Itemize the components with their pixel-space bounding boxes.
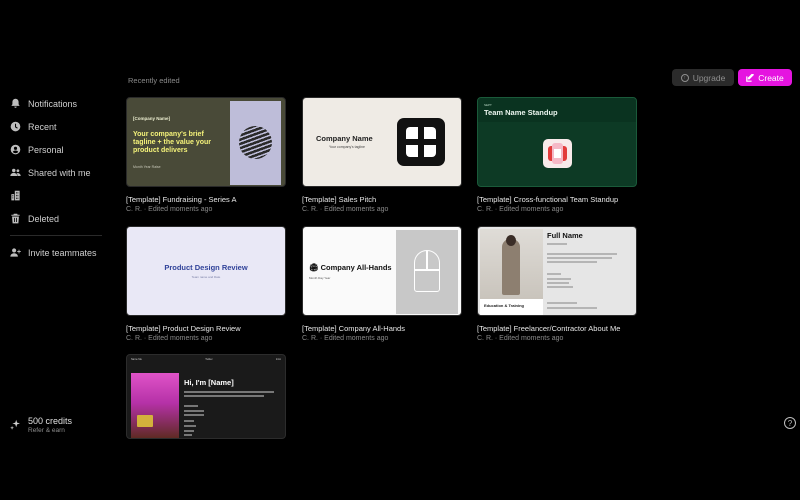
create-button[interactable]: Create (738, 69, 792, 86)
preview-sub: Your company's tagline (329, 145, 365, 149)
sidebar-item-recent[interactable]: Recent (0, 115, 110, 138)
user-icon (10, 144, 21, 155)
sidebar-item-label: Recent (28, 121, 57, 132)
building-icon (10, 190, 21, 201)
invite-label: Invite teammates (28, 247, 97, 258)
presentation-card[interactable]: Product Design Review Team name and Date… (126, 226, 286, 342)
sidebar-item-notifications[interactable]: Notifications (0, 92, 110, 115)
preview-tiny: SEPT (484, 103, 492, 107)
card-meta: C. R. · Edited moments ago (302, 335, 389, 342)
preview-name: Product Design Review (164, 263, 248, 272)
preview-name: Company Name (316, 134, 373, 143)
card-thumbnail[interactable]: Product Design Review Team name and Date (126, 226, 286, 316)
bell-icon (10, 98, 21, 109)
card-meta: C. R. · Edited moments ago (477, 206, 564, 213)
invite-teammates-button[interactable]: Invite teammates (0, 241, 110, 264)
sidebar: Notifications Recent Personal Shared wit… (0, 92, 110, 264)
preview-name: Team Name Standup (484, 108, 558, 117)
card-meta: C. R. · Edited moments ago (126, 335, 213, 342)
sidebar-item-label: Deleted (28, 213, 60, 224)
card-meta: C. R. · Edited moments ago (126, 206, 213, 213)
arrow-up-icon: ↑ (680, 73, 689, 82)
portrait-photo (480, 229, 543, 299)
arch-graphic (414, 250, 440, 292)
preview-name: 🏟 Company All-Hands (309, 263, 392, 272)
create-label: Create (758, 72, 784, 83)
users-icon (10, 167, 21, 178)
sidebar-item-label: Shared with me (28, 167, 91, 178)
card-title[interactable]: [Template] Fundraising - Series A (126, 195, 286, 204)
sidebar-item-workspace[interactable] (0, 184, 110, 207)
logo-graphic (397, 118, 445, 166)
card-title[interactable]: [Template] Cross-functional Team Standup (477, 195, 637, 204)
preview-edu: Education & Training (480, 299, 543, 315)
help-icon[interactable]: ? (784, 417, 796, 429)
presentation-card[interactable]: [Company Name] Your company's brief tagl… (126, 97, 286, 213)
preview-name: Hi, I'm [Name] (184, 378, 234, 387)
card-meta: C. R. · Edited moments ago (302, 206, 389, 213)
card-thumbnail[interactable]: SEPT Team Name Standup (477, 97, 637, 187)
card-thumbnail[interactable]: Education & Training Full Name (477, 226, 637, 316)
preview-nav: Name Me Twitter Intro (131, 358, 281, 361)
preview-panel (396, 230, 458, 314)
user-plus-icon (10, 247, 21, 258)
card-thumbnail[interactable]: 🏟 Company All-Hands Month Day Year (302, 226, 462, 316)
preview-label: [Company Name] (133, 116, 171, 121)
preview-panel (230, 101, 281, 185)
preview-headline: Your company's brief tagline + the value… (133, 131, 211, 154)
card-title[interactable]: [Template] Freelancer/Contractor About M… (477, 324, 637, 333)
trash-icon (10, 213, 21, 224)
sidebar-item-label: Personal (28, 144, 64, 155)
upgrade-button[interactable]: ↑ Upgrade (672, 69, 734, 86)
credits-amount: 500 credits (28, 416, 73, 426)
card-thumbnail[interactable]: [Company Name] Your company's brief tagl… (126, 97, 286, 187)
preview-name: Full Name (547, 231, 583, 240)
section-title: Recently edited (128, 76, 180, 85)
presentation-card[interactable]: 🏟 Company All-Hands Month Day Year [Temp… (302, 226, 462, 342)
presentation-card[interactable]: Name Me Twitter Intro Hi, I'm [Name] (126, 354, 286, 439)
logo-graphic (543, 139, 572, 168)
upgrade-label: Upgrade (692, 72, 726, 83)
sidebar-item-deleted[interactable]: Deleted (0, 207, 110, 230)
edit-icon (746, 73, 755, 82)
clock-icon (10, 121, 21, 132)
sidebar-item-shared[interactable]: Shared with me (0, 161, 110, 184)
globe-graphic (239, 126, 272, 159)
sparkle-icon (10, 416, 21, 435)
preview-sub: Team name and Date (191, 275, 221, 279)
credits-widget[interactable]: 500 credits Refer & earn (10, 416, 72, 435)
presentation-card[interactable]: Education & Training Full Name [Template… (477, 226, 637, 342)
card-thumbnail[interactable]: Name Me Twitter Intro Hi, I'm [Name] (126, 354, 286, 439)
preview-small: Month Year Raise (133, 165, 161, 169)
card-title[interactable]: [Template] Company All-Hands (302, 324, 462, 333)
sidebar-item-label: Notifications (28, 98, 78, 109)
card-title[interactable]: [Template] Product Design Review (126, 324, 286, 333)
preview-sub: Month Day Year (309, 276, 331, 280)
sidebar-divider (10, 235, 102, 236)
portrait-photo (131, 373, 179, 438)
sidebar-item-personal[interactable]: Personal (0, 138, 110, 161)
presentation-card[interactable]: SEPT Team Name Standup [Template] Cross-… (477, 97, 637, 213)
card-thumbnail[interactable]: Company Name Your company's tagline (302, 97, 462, 187)
card-meta: C. R. · Edited moments ago (477, 335, 564, 342)
presentation-card[interactable]: Company Name Your company's tagline [Tem… (302, 97, 462, 213)
card-title[interactable]: [Template] Sales Pitch (302, 195, 462, 204)
refer-earn-link[interactable]: Refer & earn (28, 427, 72, 434)
